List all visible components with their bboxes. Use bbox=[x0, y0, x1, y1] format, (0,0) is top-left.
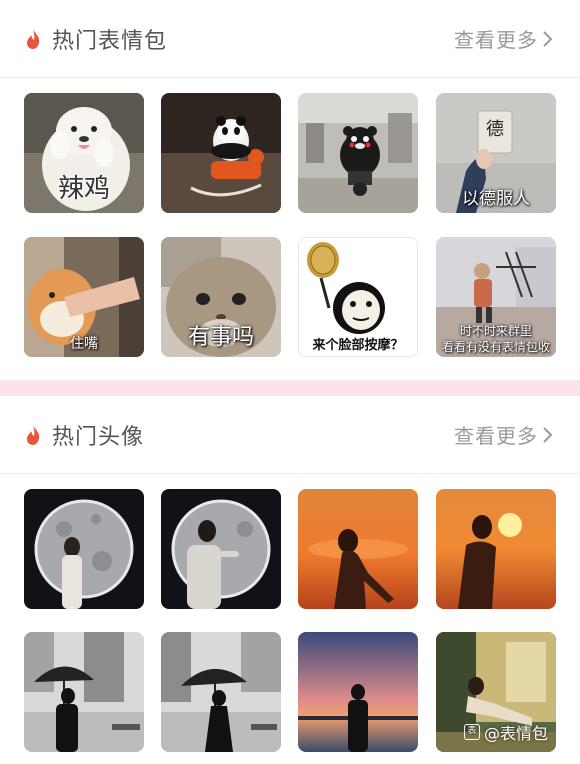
view-more-label: 查看更多 bbox=[454, 424, 538, 448]
avatar-window-thumb[interactable]: 表 @表情包 bbox=[436, 632, 556, 752]
avatar-umbrella-man-thumb[interactable] bbox=[24, 632, 144, 752]
lake-dusk-image bbox=[298, 632, 418, 752]
chevron-right-icon bbox=[543, 30, 553, 47]
umbrella-man-image bbox=[24, 632, 144, 752]
brick-sign-text: 德 bbox=[486, 119, 504, 140]
view-more-label: 查看更多 bbox=[454, 28, 538, 52]
watermark-text: @表情包 bbox=[483, 724, 548, 743]
avatar-section-title: 热门头像 bbox=[52, 424, 145, 450]
watermark-icon: 表 bbox=[463, 724, 480, 740]
emoji-brick-thumb[interactable]: 德 以德服人 bbox=[436, 93, 556, 213]
avatar-umbrella-woman-thumb[interactable] bbox=[161, 632, 281, 752]
moon-boy-image bbox=[161, 489, 281, 609]
chevron-right-icon bbox=[543, 426, 553, 443]
emoji-caption-line2: 看看有没有表情包收 bbox=[441, 340, 550, 354]
kumamon-scooter-image bbox=[298, 93, 418, 213]
flame-icon bbox=[27, 28, 40, 49]
emoji-kid-room-thumb[interactable]: 时不时来群里 看看有没有表情包收 bbox=[436, 237, 556, 357]
section-divider bbox=[0, 380, 580, 396]
emoji-section-header: 热门表情包 查看更多 bbox=[0, 0, 580, 78]
emoji-caption: 以德服人 bbox=[462, 189, 530, 209]
moon-girl-image bbox=[24, 489, 144, 609]
emoji-dog-thumb[interactable]: 辣鸡 bbox=[24, 93, 144, 213]
avatar-sunset-boy-thumb[interactable] bbox=[436, 489, 556, 609]
emoji-panda-horse-thumb[interactable] bbox=[161, 93, 281, 213]
flame-icon bbox=[27, 424, 40, 445]
emoji-view-more-link[interactable]: 查看更多 bbox=[454, 24, 554, 53]
emoji-caption: 来个脸部按摩？ bbox=[312, 338, 404, 353]
emoji-caption: 住嘴 bbox=[70, 336, 98, 352]
watermark: 表 @表情包 bbox=[463, 720, 548, 744]
avatar-lake-dusk-thumb[interactable] bbox=[298, 632, 418, 752]
umbrella-woman-image bbox=[161, 632, 281, 752]
sunset-girl-image bbox=[298, 489, 418, 609]
avatar-view-more-link[interactable]: 查看更多 bbox=[454, 420, 554, 449]
emoji-caption-line1: 时不时来群里 bbox=[459, 324, 532, 338]
sunset-boy-image bbox=[436, 489, 556, 609]
emoji-cat-thumb[interactable]: 有事吗 bbox=[161, 237, 281, 357]
emoji-caption: 有事吗 bbox=[187, 325, 254, 350]
avatar-moon-boy-thumb[interactable] bbox=[161, 489, 281, 609]
emoji-kumamon-thumb[interactable] bbox=[298, 93, 418, 213]
avatar-sunset-girl-thumb[interactable] bbox=[298, 489, 418, 609]
avatar-moon-girl-thumb[interactable] bbox=[24, 489, 144, 609]
emoji-section-title: 热门表情包 bbox=[52, 28, 168, 54]
emoji-panda-durian-thumb[interactable]: 来个脸部按摩？ bbox=[298, 237, 418, 357]
avatar-section-header: 热门头像 查看更多 bbox=[0, 396, 580, 474]
emoji-caption: 辣鸡 bbox=[57, 174, 110, 204]
panda-rocking-horse-image bbox=[161, 93, 281, 213]
emoji-shiba-thumb[interactable]: 住嘴 bbox=[24, 237, 144, 357]
